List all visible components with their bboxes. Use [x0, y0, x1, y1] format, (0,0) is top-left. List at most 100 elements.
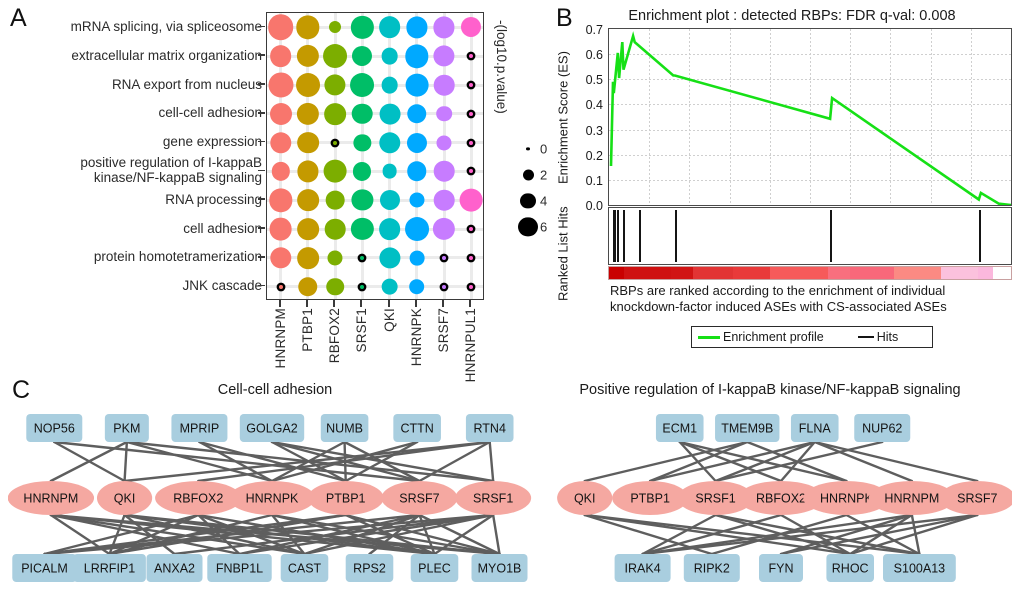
- network-node-rect[interactable]: NUMB: [320, 414, 369, 442]
- dotplot-dot: [353, 133, 372, 152]
- network-node-ellipse[interactable]: PTBP1: [612, 481, 689, 515]
- dotplot-dot: [433, 74, 455, 96]
- network-node-rect[interactable]: TMEM9B: [715, 414, 780, 442]
- dotplot-dot: [351, 189, 373, 211]
- network-node-ellipse[interactable]: HNRNPK: [228, 481, 316, 515]
- network-node-rect[interactable]: NOP56: [26, 414, 83, 442]
- gsea-y-tick-label: 0.0: [585, 199, 603, 213]
- network-node-rect[interactable]: S100A13: [883, 554, 956, 582]
- ikappab-nfkappab-signaling-network: ECM1 TMEM9B FLNA NUP62 IRAK4 RIPK2 FYN RHOC S100…: [557, 414, 1016, 582]
- network-node-ellipse[interactable]: HNRNPM: [7, 481, 95, 515]
- dotplot-y-tick: [258, 140, 265, 143]
- dotplot-dot: [297, 131, 319, 154]
- network-node-rect[interactable]: NUP62: [854, 414, 911, 442]
- dotplot-legend-value: 0: [540, 141, 548, 157]
- network-node-ellipse[interactable]: RBFOX2: [155, 481, 242, 515]
- network-node-rect[interactable]: ECM1: [655, 414, 704, 442]
- network-node-label: RPS2: [353, 562, 386, 576]
- dotplot-dot: [327, 250, 343, 266]
- dotplot-y-tick: [258, 83, 265, 85]
- network-node-rect[interactable]: FLNA: [790, 414, 839, 442]
- network-node-label: NUP62: [862, 422, 902, 436]
- dotplot-x-tick: [333, 300, 336, 307]
- dotplot-x-tick: [469, 300, 472, 307]
- gsea-gradient-segment: [671, 267, 694, 279]
- network-node-ellipse[interactable]: QKI: [557, 481, 613, 515]
- network-node-label: PTBP1: [630, 492, 670, 506]
- dotplot-legend-dot: [522, 169, 534, 181]
- network-node-rect[interactable]: FYN: [759, 554, 803, 582]
- network-node-rect[interactable]: CTTN: [393, 414, 441, 442]
- gsea-y-tick-label: 0.7: [585, 23, 603, 37]
- cell-cell-adhesion-network: NOP56 PKM MPRIP GOLGA2 NUMB CTTN RTN4 PICALM LRR…: [7, 414, 532, 582]
- dotplot-column-label: SRSF1: [354, 308, 370, 353]
- network-node-rect[interactable]: FNBP1L: [207, 554, 272, 582]
- gsea-y-ticks: 0.7 0.6 0.5 0.4 0.3 0.2 0.1 0.0: [572, 23, 606, 213]
- dotplot-row-label: cell-cell adhesion: [158, 105, 262, 121]
- dotplot-row-label: JNK cascade: [182, 278, 262, 294]
- dotplot-dot: [409, 192, 425, 208]
- network-node-rect[interactable]: RTN4: [465, 414, 514, 442]
- network-node-rect[interactable]: CAST: [280, 554, 329, 582]
- dotplot-dot: [378, 131, 401, 154]
- network-node-ellipse[interactable]: QKI: [96, 481, 153, 515]
- dotplot-dot: [360, 284, 365, 289]
- dotplot-dot: [469, 284, 474, 289]
- network-node-rect[interactable]: LRRFIP1: [73, 554, 146, 582]
- gsea-hit-tick: [675, 210, 678, 262]
- dotplot-dot: [296, 45, 320, 68]
- dotplot-dot: [297, 160, 319, 182]
- network-node-rect[interactable]: GOLGA2: [239, 414, 305, 442]
- dotplot-y-tick: [258, 54, 265, 57]
- gsea-y-tick-label: 0.3: [585, 123, 603, 138]
- network-node-ellipse[interactable]: SRSF7: [939, 481, 1016, 515]
- network-node-label: RBFOX2: [173, 492, 223, 506]
- network-node-rect[interactable]: PLEC: [410, 554, 459, 582]
- network-node-label: NUMB: [326, 422, 363, 436]
- dotplot-dot: [433, 161, 455, 182]
- network-node-rect[interactable]: RIPK2: [683, 554, 740, 582]
- dotplot-column-label: QKI: [381, 308, 397, 332]
- network-node-rect[interactable]: MYO1B: [471, 554, 528, 582]
- network-node-rect[interactable]: RHOC: [826, 554, 874, 582]
- dotplot-dot: [381, 76, 398, 94]
- network-node-ellipse[interactable]: SRSF1: [455, 481, 532, 515]
- gsea-legend: Enrichment profile Hits: [691, 326, 933, 348]
- dotplot-legend-value: 2: [540, 167, 548, 183]
- network-node-label: SRSF7: [399, 492, 439, 506]
- network-node-rect[interactable]: PICALM: [12, 554, 77, 582]
- enrichment-profile-line-icon: [698, 335, 720, 339]
- gsea-hit-tick: [616, 210, 619, 262]
- network-right: ECM1 TMEM9B FLNA NUP62 IRAK4 RIPK2 FYN RHOC S100…: [550, 402, 1016, 594]
- gsea-gradient-segment: [850, 267, 894, 279]
- network-node-rect[interactable]: PKM: [104, 414, 149, 442]
- network-node-ellipse[interactable]: PTBP1: [307, 481, 384, 515]
- dotplot-row-label: RNA export from nucleus: [111, 76, 262, 92]
- gsea-hits-axis-label: Ranked List Hits: [555, 206, 571, 302]
- gsea-rank-gradient-bar: [608, 266, 1012, 280]
- network-node-label: RIPK2: [694, 562, 730, 576]
- dotplot-dot: [278, 284, 283, 289]
- gsea-gradient-segment: [978, 267, 993, 279]
- dotplot-dot: [461, 17, 482, 38]
- network-node-rect[interactable]: ANXA2: [146, 554, 203, 582]
- dotplot-row-label: RNA processing: [165, 191, 262, 207]
- network-node-rect[interactable]: MPRIP: [171, 414, 228, 442]
- network-node-rect[interactable]: RPS2: [345, 554, 394, 582]
- gsea-gradient-segment: [609, 267, 624, 279]
- dotplot-dot: [406, 132, 427, 153]
- dotplot-y-tick: [258, 255, 265, 258]
- network-node-ellipse[interactable]: SRSF7: [381, 481, 458, 515]
- network-left: NOP56 PKM MPRIP GOLGA2 NUMB CTTN RTN4 PICALM LRR…: [7, 402, 536, 594]
- dotplot-dot: [297, 189, 319, 212]
- network-node-label: PTBP1: [326, 492, 366, 506]
- network-node-rect[interactable]: IRAK4: [614, 554, 671, 582]
- dotplot-legend-dot: [526, 147, 530, 151]
- dotplot-dot: [296, 102, 320, 125]
- dotplot-dot: [296, 15, 320, 40]
- dotplot-dot: [324, 74, 346, 96]
- legend-label-hits: Hits: [876, 330, 899, 344]
- network-node-label: SRSF7: [957, 492, 997, 506]
- dotplot-dot: [381, 278, 398, 295]
- dotplot-dot: [297, 218, 319, 240]
